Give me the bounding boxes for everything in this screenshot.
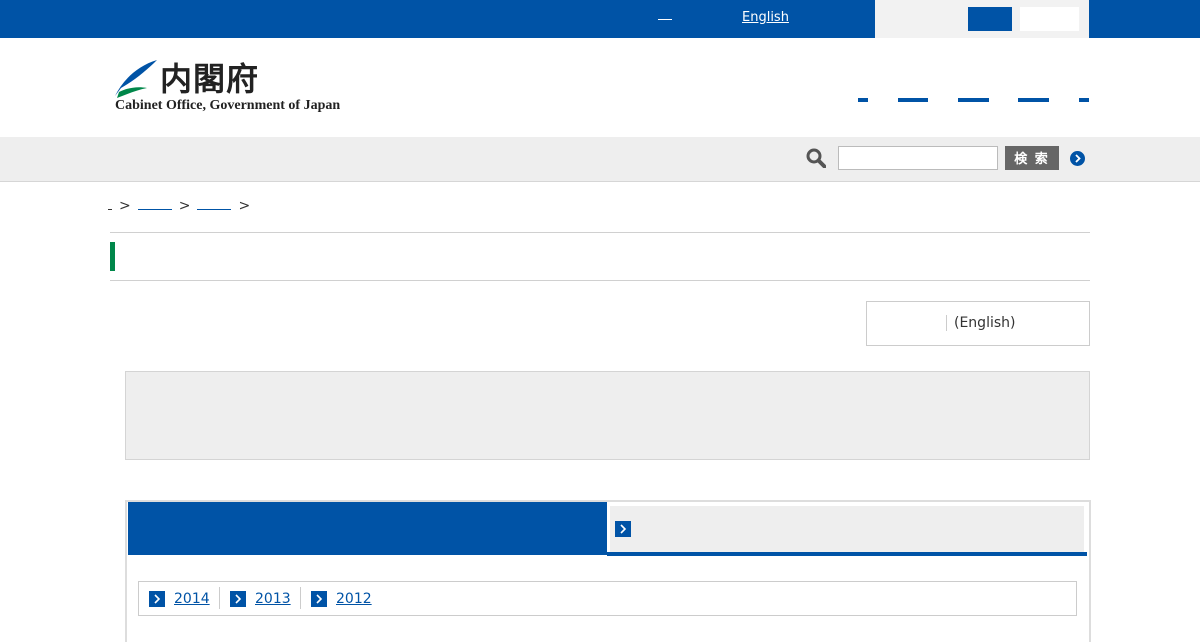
chevron-right-icon [615, 521, 631, 537]
breadcrumb-link-1[interactable] [137, 197, 172, 210]
site-logo-subtitle: Cabinet Office, Government of Japan [115, 98, 341, 113]
year-separator [219, 587, 220, 609]
title-divider-bottom [110, 280, 1090, 281]
breadcrumb: > > > [108, 197, 257, 215]
tab-inactive[interactable] [610, 506, 1084, 552]
year-link-item: 2012 [311, 590, 381, 608]
chevron-right-icon [311, 591, 327, 607]
breadcrumb-link-2[interactable] [197, 197, 232, 210]
chevron-right-circle-icon[interactable] [1070, 151, 1085, 166]
search-button[interactable]: 検 索 [1005, 146, 1059, 170]
search-input[interactable] [838, 146, 998, 170]
year-link[interactable]: 2012 [336, 590, 372, 608]
title-divider-top [110, 232, 1090, 233]
year-link-item: 2014 [149, 590, 219, 608]
language-divider [946, 315, 947, 331]
year-link[interactable]: 2013 [255, 590, 291, 608]
english-version-link[interactable]: (English) [954, 314, 1015, 332]
top-nav-link[interactable] [658, 19, 672, 20]
breadcrumb-home[interactable] [108, 197, 112, 210]
text-size-large-button[interactable] [1020, 7, 1079, 31]
tab-active[interactable] [128, 502, 607, 555]
search-icon [806, 148, 826, 168]
info-panel [125, 371, 1090, 460]
year-link[interactable]: 2014 [174, 590, 210, 608]
site-logo-title[interactable]: 内閣府 [160, 60, 259, 98]
chevron-right-icon [149, 591, 165, 607]
year-link-item: 2013 [230, 590, 300, 608]
text-size-standard-button[interactable] [968, 7, 1012, 31]
tab-underline [607, 552, 1087, 556]
leaf-emblem-icon [115, 60, 157, 98]
global-nav-item-5[interactable] [1079, 98, 1089, 102]
global-nav-item-1[interactable] [858, 98, 868, 102]
global-nav-item-2[interactable] [898, 98, 928, 102]
year-separator [300, 587, 301, 609]
breadcrumb-separator: > [178, 198, 191, 214]
breadcrumb-separator: > [119, 198, 131, 214]
english-link[interactable]: English [742, 10, 789, 26]
global-nav-item-3[interactable] [958, 98, 989, 102]
chevron-right-icon [230, 591, 246, 607]
page-title-accent [110, 242, 115, 271]
breadcrumb-separator: > [238, 198, 251, 214]
global-nav-item-4[interactable] [1018, 98, 1049, 102]
